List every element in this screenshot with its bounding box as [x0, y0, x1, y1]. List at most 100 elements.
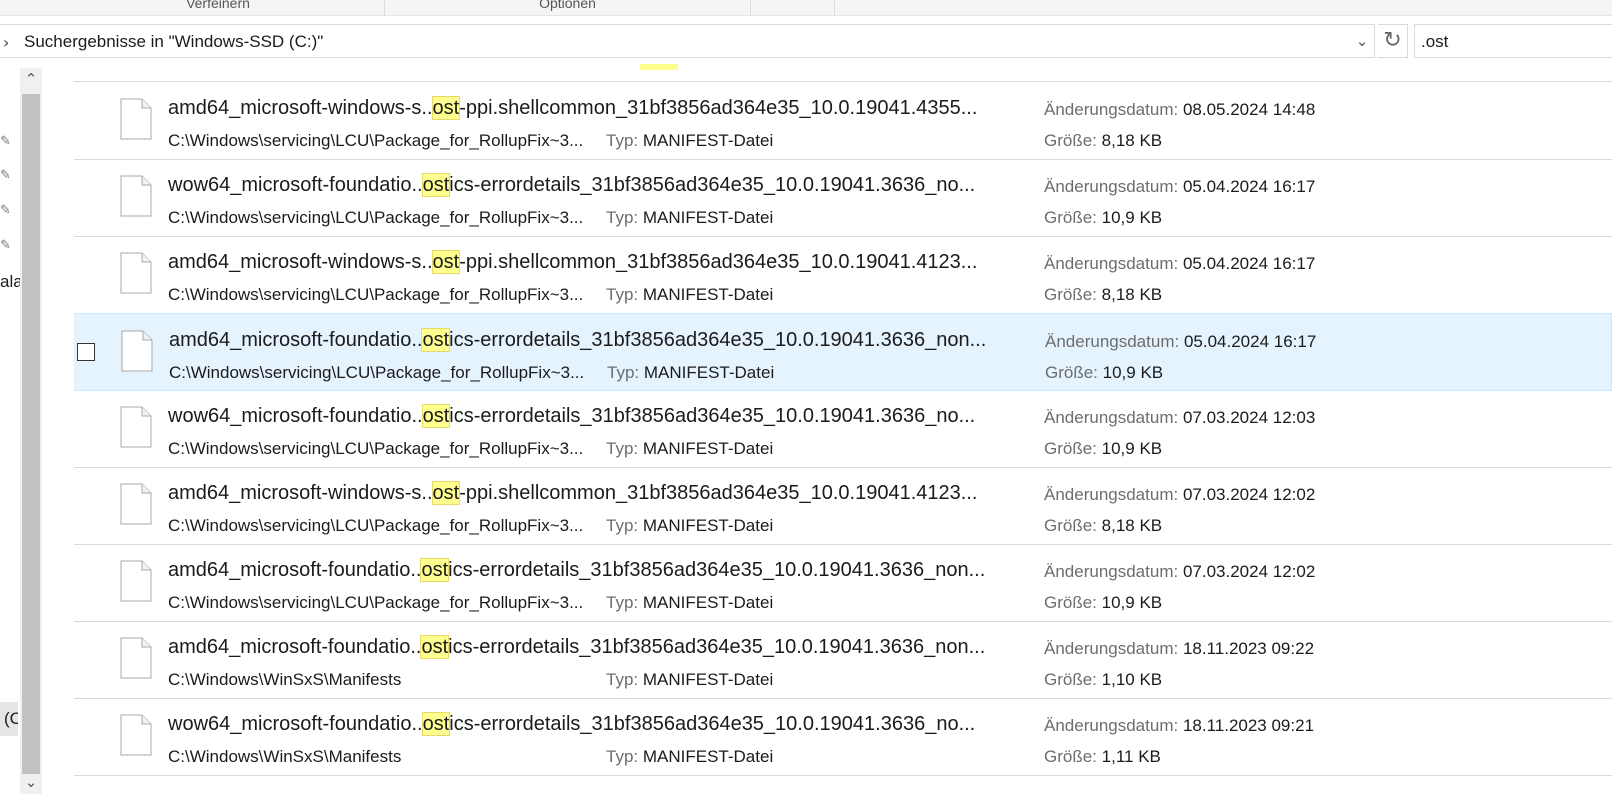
modified-date: Änderungsdatum: 05.04.2024 16:17	[1045, 332, 1316, 352]
list-item[interactable]: amd64_microsoft-foundatio..ostics-errord…	[74, 313, 1612, 391]
modified-value: 18.11.2023 09:22	[1182, 639, 1315, 658]
file-name-suffix: ics-errordetails_31bf3856ad364e35_10.0.1…	[449, 713, 976, 735]
ribbon-group-label: Verfeinern	[186, 0, 250, 11]
search-box[interactable]	[1414, 24, 1612, 58]
chevron-right-icon[interactable]: ›	[3, 33, 9, 52]
size-label: Größe:	[1044, 516, 1097, 535]
scroll-thumb[interactable]	[22, 94, 40, 774]
address-path[interactable]: Suchergebnisse in "Windows-SSD (C:)"	[24, 32, 323, 52]
scroll-up-arrow-icon[interactable]: ⌃	[20, 70, 42, 92]
list-item[interactable]: wow64_microsoft-foundatio..ostics-errord…	[74, 698, 1612, 776]
modified-value: 05.04.2024 16:17	[1183, 332, 1317, 351]
match-highlight: ost	[421, 173, 451, 197]
match-highlight	[640, 64, 678, 70]
file-path: C:\Windows\servicing\LCU\Package_for_Rol…	[169, 363, 585, 382]
file-name-suffix: ics-errordetails_31bf3856ad364e35_10.0.1…	[448, 559, 986, 581]
file-type: Typ: MANIFEST-Datei	[606, 747, 773, 767]
file-name[interactable]: amd64_microsoft-windows-s..ost-ppi.shell…	[168, 481, 977, 505]
file-type: Typ: MANIFEST-Datei	[606, 439, 773, 459]
ribbon-group-refine[interactable]: Verfeinern	[52, 0, 385, 15]
modified-label: Änderungsdatum:	[1044, 254, 1179, 273]
modified-value: 05.04.2024 16:17	[1182, 177, 1316, 196]
file-name[interactable]: amd64_microsoft-foundatio..ostics-errord…	[168, 558, 986, 582]
list-item[interactable]: amd64_microsoft-windows-s..ost-ppi.shell…	[74, 236, 1612, 314]
search-results-list: amd64_microsoft-windows-s..ost-ppi.shell…	[74, 64, 1612, 794]
match-highlight: ost	[421, 404, 451, 428]
type-value: MANIFEST-Datei	[642, 285, 774, 304]
nav-scrollbar[interactable]: ⌃ ⌄	[20, 68, 42, 794]
type-label: Typ:	[606, 131, 639, 150]
ribbon: Verfeinern Optionen	[0, 0, 1612, 16]
nav-item-selected[interactable]: (C	[0, 702, 18, 736]
file-name[interactable]: amd64_microsoft-windows-s..ost-ppi.shell…	[168, 96, 977, 120]
modified-value: 18.11.2023 09:21	[1182, 716, 1315, 735]
file-name-suffix: ics-errordetails_31bf3856ad364e35_10.0.1…	[449, 329, 987, 351]
type-value: MANIFEST-Datei	[642, 208, 774, 227]
size-label: Größe:	[1044, 747, 1097, 766]
modified-label: Änderungsdatum:	[1044, 408, 1179, 427]
list-item[interactable]: wow64_microsoft-foundatio..ostics-errord…	[74, 159, 1612, 237]
file-icon	[120, 637, 152, 679]
file-name-prefix: amd64_microsoft-windows-s..	[168, 97, 433, 119]
file-name[interactable]: wow64_microsoft-foundatio..ostics-errord…	[168, 404, 975, 428]
modified-label: Änderungsdatum:	[1044, 562, 1179, 581]
file-icon	[120, 98, 152, 140]
type-label: Typ:	[606, 593, 639, 612]
size-value: 1,10 KB	[1101, 670, 1163, 689]
type-value: MANIFEST-Datei	[643, 363, 775, 382]
pin-icon: ✎	[0, 203, 11, 218]
file-path: C:\Windows\servicing\LCU\Package_for_Rol…	[168, 285, 584, 304]
list-item[interactable]: wow64_microsoft-foundatio..ostics-errord…	[74, 390, 1612, 468]
search-input[interactable]	[1421, 30, 1611, 54]
size-label: Größe:	[1044, 670, 1097, 689]
nav-item-label[interactable]: ala	[0, 272, 20, 292]
file-name[interactable]: amd64_microsoft-windows-s..ost-ppi.shell…	[168, 250, 977, 274]
file-type: Typ: MANIFEST-Datei	[606, 670, 773, 690]
type-value: MANIFEST-Datei	[642, 131, 774, 150]
size-label: Größe:	[1044, 285, 1097, 304]
pin-icon: ✎	[0, 238, 11, 253]
ribbon-group-options[interactable]: Optionen	[385, 0, 751, 15]
address-bar[interactable]: › Suchergebnisse in "Windows-SSD (C:)" ⌄	[0, 24, 1375, 58]
file-size: Größe: 10,9 KB	[1044, 439, 1162, 459]
file-icon	[121, 330, 153, 372]
type-label: Typ:	[606, 439, 639, 458]
file-size: Größe: 10,9 KB	[1044, 593, 1162, 613]
nav-item-label: (C	[4, 709, 18, 728]
file-path: C:\Windows\WinSxS\Manifests	[168, 747, 402, 766]
scroll-down-arrow-icon[interactable]: ⌄	[20, 773, 42, 794]
list-item[interactable]: amd64_microsoft-windows-s..ost-ppi.shell…	[74, 467, 1612, 545]
list-item-partial[interactable]	[74, 64, 1612, 82]
type-value: MANIFEST-Datei	[642, 593, 774, 612]
size-value: 8,18 KB	[1101, 131, 1163, 150]
type-value: MANIFEST-Datei	[642, 747, 774, 766]
file-icon	[120, 714, 152, 756]
pin-icon: ✎	[0, 168, 11, 183]
modified-date: Änderungsdatum: 08.05.2024 14:48	[1044, 100, 1315, 120]
size-label: Größe:	[1045, 363, 1098, 382]
refresh-icon[interactable]: ↻	[1378, 24, 1408, 58]
file-name-prefix: amd64_microsoft-foundatio..	[168, 559, 422, 581]
file-name-prefix: wow64_microsoft-foundatio..	[168, 405, 423, 427]
file-path: C:\Windows\servicing\LCU\Package_for_Rol…	[168, 593, 584, 612]
file-name[interactable]: amd64_microsoft-foundatio..ostics-errord…	[169, 328, 987, 352]
size-value: 10,9 KB	[1101, 439, 1163, 458]
list-item[interactable]: amd64_microsoft-foundatio..ostics-errord…	[74, 544, 1612, 622]
file-name[interactable]: wow64_microsoft-foundatio..ostics-errord…	[168, 712, 976, 736]
match-highlight: ost	[420, 558, 450, 582]
size-value: 10,9 KB	[1101, 593, 1163, 612]
file-name[interactable]: wow64_microsoft-foundatio..ostics-errord…	[168, 173, 975, 197]
size-label: Größe:	[1044, 208, 1097, 227]
chevron-down-icon[interactable]: ⌄	[1352, 32, 1372, 54]
list-item[interactable]: amd64_microsoft-windows-s..ost-ppi.shell…	[74, 82, 1612, 160]
size-label: Größe:	[1044, 439, 1097, 458]
list-item[interactable]: amd64_microsoft-foundatio..ostics-errord…	[74, 621, 1612, 699]
file-name[interactable]: amd64_microsoft-foundatio..ostics-errord…	[168, 635, 985, 659]
file-path: C:\Windows\servicing\LCU\Package_for_Rol…	[168, 439, 584, 458]
row-checkbox[interactable]	[77, 343, 95, 361]
file-path: C:\Windows\servicing\LCU\Package_for_Rol…	[168, 208, 584, 227]
type-value: MANIFEST-Datei	[642, 516, 774, 535]
size-value: 10,9 KB	[1102, 363, 1164, 382]
type-label: Typ:	[607, 363, 640, 382]
file-name-prefix: amd64_microsoft-windows-s..	[168, 251, 433, 273]
